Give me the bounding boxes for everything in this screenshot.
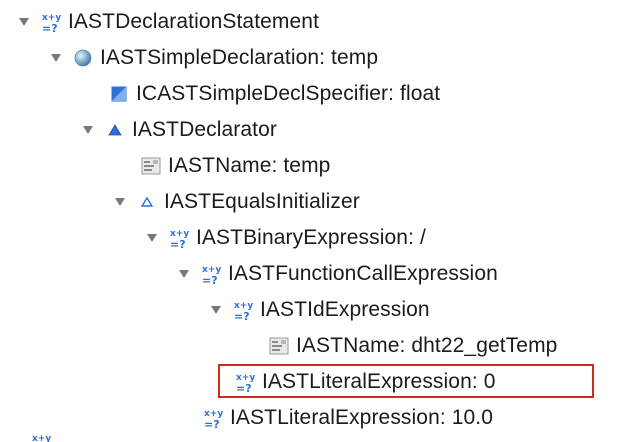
svg-text:x+y: x+y <box>32 434 51 442</box>
expand-arrow-icon[interactable] <box>82 124 94 136</box>
tree-node-label: IASTBinaryExpression: / <box>196 226 426 249</box>
expand-arrow-icon[interactable] <box>178 268 190 280</box>
svg-text:=?: =? <box>202 274 218 286</box>
tree-node-label: IASTDeclarator <box>132 118 277 141</box>
expression-icon: x+y =? <box>40 10 62 34</box>
tree-node-label: IASTLiteralExpression: 10.0 <box>230 406 493 429</box>
tree-node-equals-initializer[interactable]: IASTEqualsInitializer <box>114 184 360 220</box>
svg-text:=?: =? <box>234 310 250 322</box>
expand-arrow-icon[interactable] <box>18 16 30 28</box>
sphere-icon <box>72 46 94 70</box>
tree-node-label: IASTDeclarationStatement <box>68 10 320 33</box>
name-icon <box>140 154 162 178</box>
ast-tree-view: x+y =? IASTDeclarationStatement IASTSimp… <box>0 0 644 442</box>
tree-node-label: IASTName: dht22_getTemp <box>296 334 558 357</box>
tree-node-declaration-statement[interactable]: x+y =? IASTDeclarationStatement <box>18 4 319 40</box>
tree-node-function-call-expression[interactable]: x+y =? IASTFunctionCallExpression <box>178 256 498 292</box>
expand-arrow-icon[interactable] <box>114 196 126 208</box>
triangle-outline-icon <box>136 190 158 214</box>
tree-node-name-dht22-gettemp[interactable]: IASTName: dht22_getTemp <box>246 328 557 364</box>
tree-node-label: IASTIdExpression <box>260 298 430 321</box>
highlight-annotation-box <box>218 364 594 398</box>
expand-arrow-icon[interactable] <box>50 52 62 64</box>
tree-node-simple-declaration[interactable]: IASTSimpleDeclaration: temp <box>50 40 378 76</box>
expand-arrow-icon[interactable] <box>146 232 158 244</box>
tree-node-label: IASTEqualsInitializer <box>164 190 360 213</box>
tree-node-label: IASTFunctionCallExpression <box>228 262 498 285</box>
expand-arrow-icon[interactable] <box>210 304 222 316</box>
svg-text:=?: =? <box>170 238 186 250</box>
svg-text:=?: =? <box>204 418 220 430</box>
triangle-filled-icon <box>104 118 126 142</box>
tree-node-literal-expression-10[interactable]: x+y =? IASTLiteralExpression: 10.0 <box>180 400 493 436</box>
specifier-icon <box>108 82 130 106</box>
tree-node-decl-specifier[interactable]: ICASTSimpleDeclSpecifier: float <box>86 76 440 112</box>
tree-node-binary-expression[interactable]: x+y =? IASTBinaryExpression: / <box>146 220 426 256</box>
svg-text:=?: =? <box>42 22 58 34</box>
expression-icon: x+y =? <box>202 406 224 430</box>
tree-node-partial-next: x+y <box>30 432 58 442</box>
expression-icon: x+y <box>30 432 52 442</box>
expression-icon: x+y =? <box>200 262 222 286</box>
tree-node-label: IASTName: temp <box>168 154 331 177</box>
tree-node-label: ICASTSimpleDeclSpecifier: float <box>136 82 441 105</box>
expression-icon: x+y =? <box>232 298 254 322</box>
tree-node-id-expression[interactable]: x+y =? IASTIdExpression <box>210 292 430 328</box>
expression-icon: x+y =? <box>168 226 190 250</box>
tree-node-label: IASTSimpleDeclaration: temp <box>100 46 379 69</box>
name-icon <box>268 334 290 358</box>
tree-node-name-temp[interactable]: IASTName: temp <box>118 148 330 184</box>
tree-node-declarator[interactable]: IASTDeclarator <box>82 112 277 148</box>
